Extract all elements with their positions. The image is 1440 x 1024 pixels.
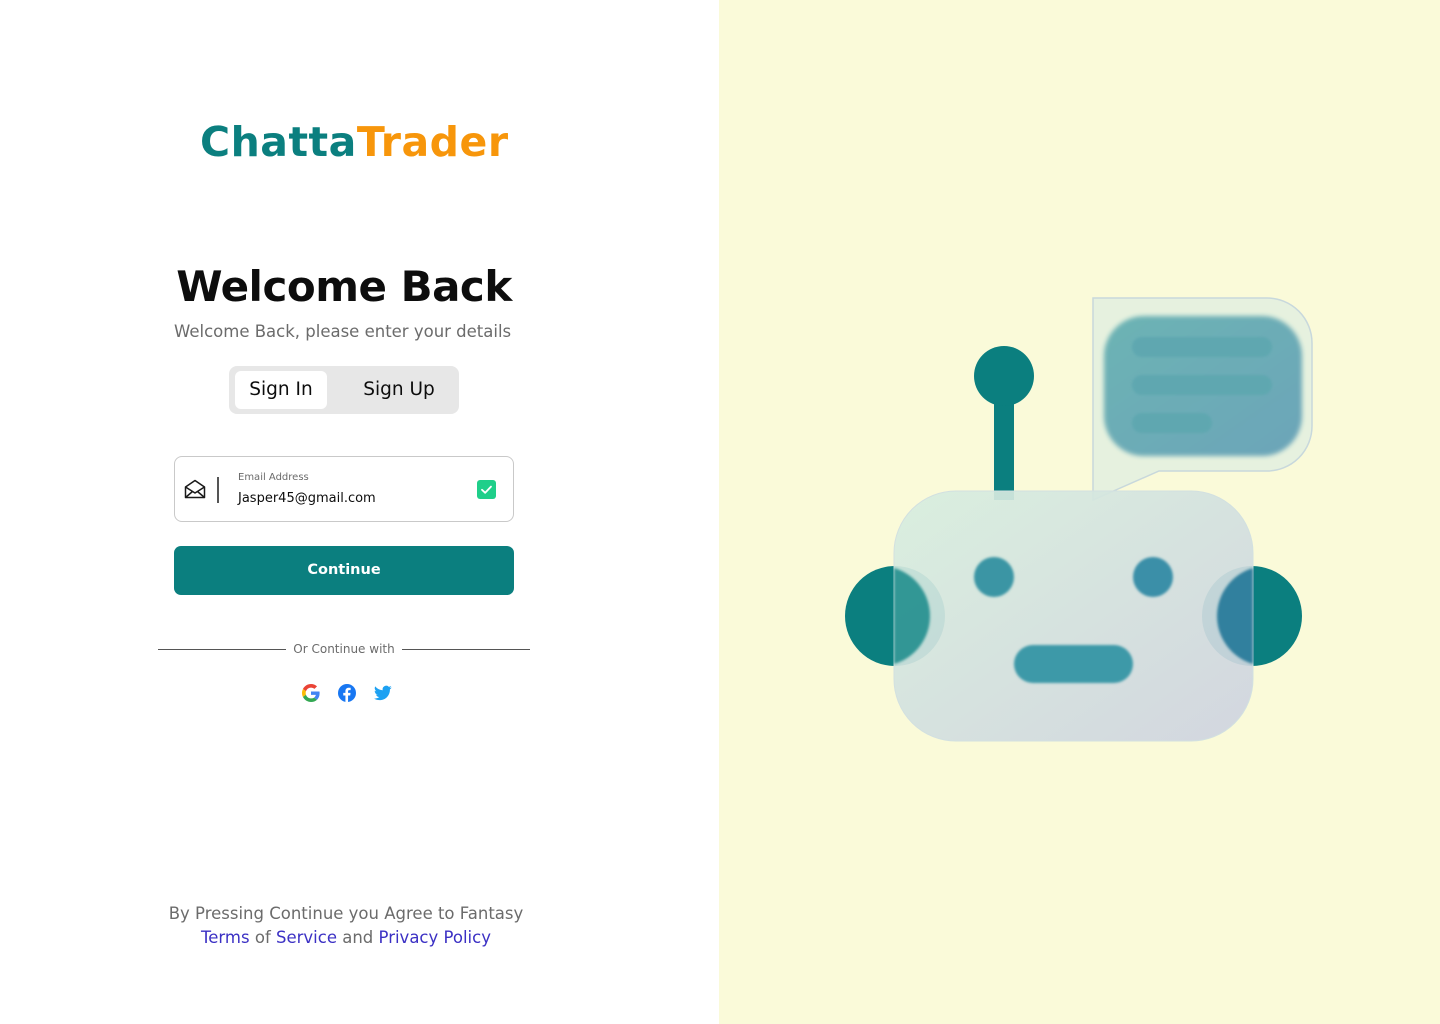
chat-bubble-icon (1092, 297, 1313, 502)
robot-head (893, 490, 1254, 742)
terms-notice: By Pressing Continue you Agree to Fantas… (158, 902, 534, 950)
illustration-panel (719, 0, 1440, 1024)
brand-logo: ChattaTrader (200, 118, 509, 166)
divider-text: Or Continue with (293, 642, 395, 656)
continue-button[interactable]: Continue (174, 546, 514, 595)
page-title: Welcome Back (176, 262, 512, 311)
envelope-open-icon (184, 479, 206, 499)
tab-sign-in[interactable]: Sign In (235, 371, 327, 409)
field-separator (217, 477, 219, 503)
robot-chatbot-illustration (845, 297, 1313, 742)
check-icon (477, 480, 496, 499)
google-icon[interactable] (302, 684, 320, 702)
terms-line2: Terms of Service and Privacy Policy (158, 926, 534, 950)
divider-line-left (158, 649, 286, 650)
email-field-value[interactable]: Jasper45@gmail.com (238, 491, 376, 506)
page-subtitle: Welcome Back, please enter your details (174, 322, 512, 341)
login-panel: ChattaTrader Welcome Back Welcome Back, … (0, 0, 719, 1024)
auth-tabs: Sign In Sign Up (229, 366, 459, 414)
terms-link[interactable]: Terms (201, 928, 250, 947)
robot-mouth (1014, 645, 1133, 683)
brand-logo-part2: Trader (356, 118, 509, 166)
terms-word-and: and (342, 928, 374, 947)
terms-line1: By Pressing Continue you Agree to Fantas… (168, 904, 524, 923)
robot-left-eye (974, 557, 1014, 597)
robot-antenna (974, 346, 1034, 500)
email-field[interactable]: Email Address Jasper45@gmail.com (174, 456, 514, 522)
terms-word-of: of (254, 928, 271, 947)
robot-right-eye (1133, 557, 1173, 597)
facebook-icon[interactable] (338, 684, 356, 702)
privacy-policy-link[interactable]: Privacy Policy (379, 928, 491, 947)
service-link[interactable]: Service (276, 928, 337, 947)
tab-sign-up[interactable]: Sign Up (347, 371, 451, 409)
brand-logo-part1: Chatta (200, 118, 357, 166)
twitter-icon[interactable] (374, 684, 392, 702)
email-field-label: Email Address (238, 472, 309, 483)
divider-line-right (402, 649, 530, 650)
social-divider: Or Continue with (158, 640, 530, 660)
